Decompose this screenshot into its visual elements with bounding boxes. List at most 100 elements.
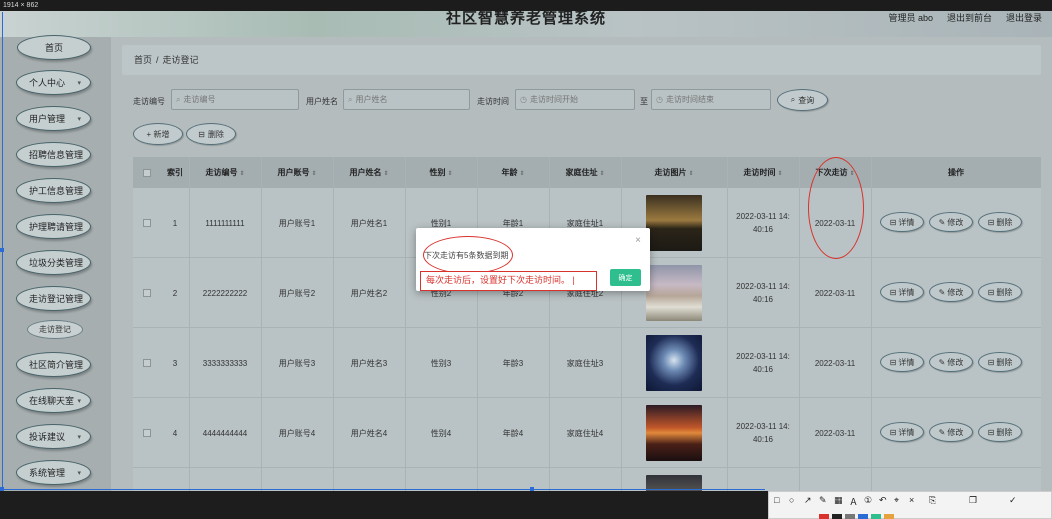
- user-name-input[interactable]: [355, 95, 469, 104]
- row-delete-button[interactable]: ⊟ 删除: [978, 352, 1022, 372]
- sidebar-item-home[interactable]: 首页: [17, 35, 91, 60]
- arrow-tool-icon[interactable]: ↗: [804, 495, 812, 506]
- chevron-down-icon: ▾: [77, 80, 81, 87]
- mosaic-tool-icon[interactable]: ▦: [834, 495, 843, 506]
- cell-account: 用户账号5: [261, 468, 333, 491]
- cell-gender: 性别5: [405, 468, 477, 491]
- number-tool-icon[interactable]: ①: [864, 495, 872, 506]
- header-name[interactable]: 用户姓名 ⇕: [333, 157, 405, 188]
- color-swatch-blue[interactable]: [858, 514, 868, 519]
- header-age[interactable]: 年龄 ⇕: [477, 157, 549, 188]
- breadcrumb-home[interactable]: 首页: [134, 55, 152, 65]
- time-end-input[interactable]: [665, 95, 770, 104]
- row-delete-button[interactable]: ⊟ 删除: [978, 422, 1022, 442]
- sidebar-item-system-management[interactable]: 系统管理 ▾: [16, 460, 91, 485]
- select-all-checkbox[interactable]: [133, 157, 161, 188]
- sidebar-item-complaints[interactable]: 投诉建议 ▾: [16, 424, 91, 449]
- visit-photo[interactable]: [646, 265, 702, 321]
- row-checkbox[interactable]: [133, 188, 161, 258]
- row-delete-button[interactable]: ⊟ 删除: [978, 212, 1022, 232]
- close-icon[interactable]: ×: [635, 235, 641, 246]
- edit-button[interactable]: ✎ 修改: [929, 352, 973, 372]
- sidebar-item-care-hiring[interactable]: 护理聘请管理: [16, 214, 91, 239]
- sidebar-item-personal-center[interactable]: 个人中心 ▾: [16, 70, 91, 95]
- header-visit-no[interactable]: 走访编号 ⇕: [189, 157, 261, 188]
- rectangle-tool-icon[interactable]: □: [774, 495, 779, 505]
- chevron-down-icon: ▾: [77, 470, 81, 477]
- sidebar-item-chat-room[interactable]: 在线聊天室 ▾: [16, 388, 91, 413]
- color-swatch-green[interactable]: [871, 514, 881, 519]
- header-visit-image[interactable]: 走访图片 ⇕: [621, 157, 727, 188]
- cell-visit-time: 2022-03-11 14: 40:16: [727, 328, 799, 398]
- detail-button[interactable]: ⊟ 详情: [880, 212, 924, 232]
- query-button[interactable]: ⌕ 查询: [777, 89, 828, 111]
- copy-icon[interactable]: ❐: [969, 495, 977, 506]
- sidebar-item-label: 走访登记管理: [29, 294, 84, 304]
- visit-no-field[interactable]: ⌕: [171, 89, 299, 110]
- header-address[interactable]: 家庭住址 ⇕: [549, 157, 621, 188]
- cell-age: 年龄3: [502, 358, 524, 368]
- confirm-icon[interactable]: ✓: [1009, 495, 1017, 506]
- close-icon[interactable]: ×: [909, 495, 914, 505]
- row-checkbox[interactable]: [133, 258, 161, 328]
- time-start-field[interactable]: ◷: [515, 89, 635, 110]
- add-button-label: + 新增: [146, 129, 170, 139]
- search-icon: ⌕: [348, 94, 353, 104]
- breadcrumb-current: 走访登记: [162, 55, 199, 65]
- row-checkbox[interactable]: [133, 398, 161, 468]
- sidebar-item-label: 护工信息管理: [29, 186, 84, 196]
- sidebar-item-garbage-sorting[interactable]: 垃圾分类管理: [16, 250, 91, 275]
- edit-button[interactable]: ✎ 修改: [929, 422, 973, 442]
- admin-user-label: 管理员 abo: [888, 13, 933, 23]
- row-delete-button[interactable]: ⊟ 删除: [978, 282, 1022, 302]
- exit-to-frontend-link[interactable]: 退出到前台: [947, 11, 992, 25]
- cell-next-visit: 2022-03-11: [814, 358, 856, 368]
- selection-handle[interactable]: [530, 487, 534, 491]
- cell-gender: 性别4: [430, 428, 452, 438]
- pen-tool-icon[interactable]: ✎: [819, 495, 827, 506]
- color-swatch-red[interactable]: [819, 514, 829, 519]
- dialog-ok-button[interactable]: 确定: [610, 269, 641, 286]
- detail-button[interactable]: ⊟ 详情: [880, 352, 924, 372]
- batch-delete-button[interactable]: ⊟ 删除: [186, 123, 236, 145]
- selection-handle[interactable]: [0, 487, 4, 491]
- time-end-field[interactable]: ◷: [651, 89, 771, 110]
- row-checkbox[interactable]: [133, 328, 161, 398]
- logout-link[interactable]: 退出登录: [1006, 11, 1042, 25]
- color-swatch-gray[interactable]: [845, 514, 855, 519]
- selection-handle[interactable]: [0, 248, 4, 252]
- header-visit-time[interactable]: 走访时间 ⇕: [727, 157, 799, 188]
- detail-button[interactable]: ⊟ 详情: [880, 282, 924, 302]
- visit-photo[interactable]: [646, 195, 702, 251]
- add-button[interactable]: + 新增: [133, 123, 183, 145]
- header-account[interactable]: 用户账号 ⇕: [261, 157, 333, 188]
- visit-photo[interactable]: [646, 335, 702, 391]
- sidebar-item-caregiver-info[interactable]: 护工信息管理: [16, 178, 91, 203]
- undo-icon[interactable]: ↶: [879, 495, 887, 506]
- sidebar-item-recruitment[interactable]: 招聘信息管理: [16, 142, 91, 167]
- next-visit-highlight-ellipse: [808, 157, 864, 259]
- row-checkbox[interactable]: [133, 468, 161, 491]
- edit-button[interactable]: ✎ 修改: [929, 212, 973, 232]
- visit-no-input[interactable]: [183, 95, 298, 104]
- user-name-field[interactable]: ⌕: [343, 89, 470, 110]
- ellipse-tool-icon[interactable]: ○: [789, 495, 794, 505]
- table-row: 5 5555555555 用户账号5 用户姓名5 性别5 年龄5 家庭住址5 2…: [133, 468, 1041, 491]
- pin-icon[interactable]: ⌖: [894, 495, 899, 506]
- edit-button[interactable]: ✎ 修改: [929, 282, 973, 302]
- sidebar-item-user-management[interactable]: 用户管理 ▾: [16, 106, 91, 131]
- color-swatch-yellow[interactable]: [884, 514, 894, 519]
- save-icon[interactable]: ⎘: [929, 495, 936, 506]
- annotation-text-box[interactable]: 每次走访后，设置好下次走访时间。 |: [420, 271, 597, 291]
- visit-photo[interactable]: [646, 405, 702, 461]
- time-start-input[interactable]: [529, 95, 634, 104]
- sidebar-item-visit-management[interactable]: 走访登记管理: [16, 286, 91, 311]
- sidebar-item-community-intro[interactable]: 社区简介管理: [16, 352, 91, 377]
- color-swatch-black[interactable]: [832, 514, 842, 519]
- breadcrumb-separator: /: [156, 55, 159, 65]
- sidebar-subitem-label: 走访登记: [39, 325, 71, 334]
- header-gender[interactable]: 性别 ⇕: [405, 157, 477, 188]
- detail-button[interactable]: ⊟ 详情: [880, 422, 924, 442]
- text-tool-icon[interactable]: Ａ: [849, 495, 858, 508]
- sidebar-subitem-visit-register[interactable]: 走访登记: [27, 320, 83, 339]
